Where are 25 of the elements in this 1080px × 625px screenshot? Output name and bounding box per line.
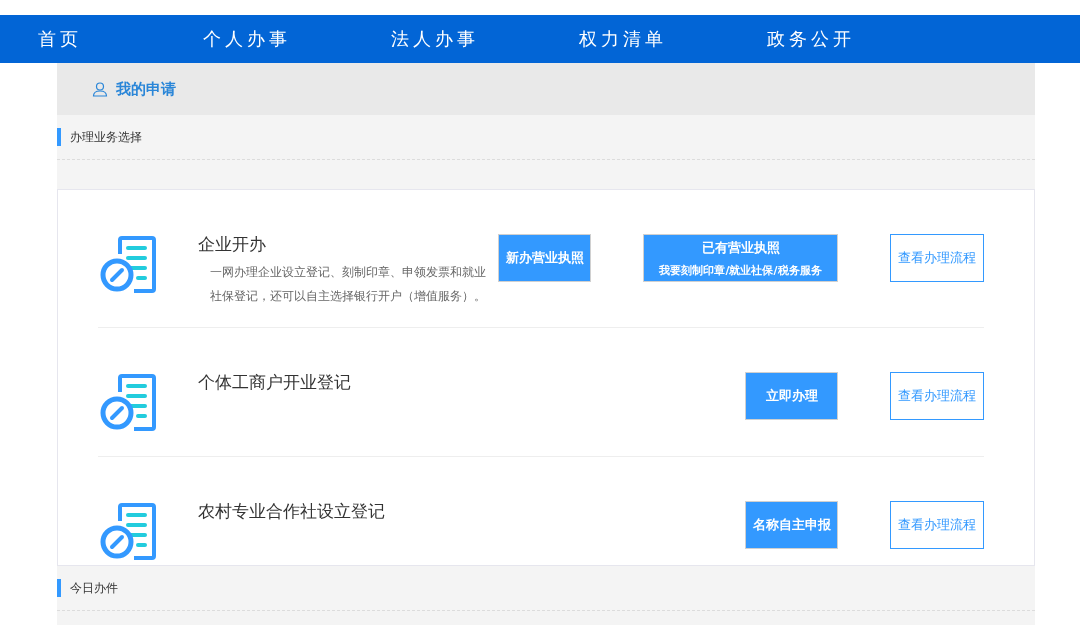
document-icon [100, 374, 156, 431]
document-icon [100, 236, 156, 293]
nav-link[interactable]: 首页 [38, 27, 203, 51]
action-button[interactable]: 新办营业执照 [498, 234, 591, 282]
nav-link[interactable]: 权力清单 [579, 27, 767, 51]
service-title: 个体工商户开业登记 [198, 372, 352, 393]
section-marker [57, 579, 61, 597]
action-button[interactable]: 立即办理 [745, 372, 838, 420]
nav-link[interactable]: 法人办事 [391, 27, 579, 51]
document-icon [100, 503, 156, 560]
service-description: 一网办理企业设立登记、刻制印章、申领发票和就业社保登记，还可以自主选择银行开户（增值服务）。 [209, 264, 487, 306]
nav-link[interactable]: 政务公开 [767, 27, 955, 51]
nav-link[interactable]: 个人办事 [203, 27, 391, 51]
action-button[interactable]: 已有营业执照 我要刻制印章/就业社保/税务服务 [643, 234, 838, 282]
service-title: 企业开办 [198, 234, 267, 255]
process-button[interactable]: 查看办理流程 [890, 372, 984, 420]
action-button[interactable]: 名称自主申报 [745, 501, 838, 549]
section-title: 今日办件 [70, 579, 118, 597]
service-title: 农村专业合作社设立登记 [198, 501, 386, 522]
section-title: 办理业务选择 [70, 128, 142, 146]
process-button[interactable]: 查看办理流程 [890, 234, 984, 282]
user-icon [92, 81, 108, 97]
section-marker [57, 128, 61, 146]
page-title: 我的申请 [116, 79, 176, 99]
process-button[interactable]: 查看办理流程 [890, 501, 984, 549]
